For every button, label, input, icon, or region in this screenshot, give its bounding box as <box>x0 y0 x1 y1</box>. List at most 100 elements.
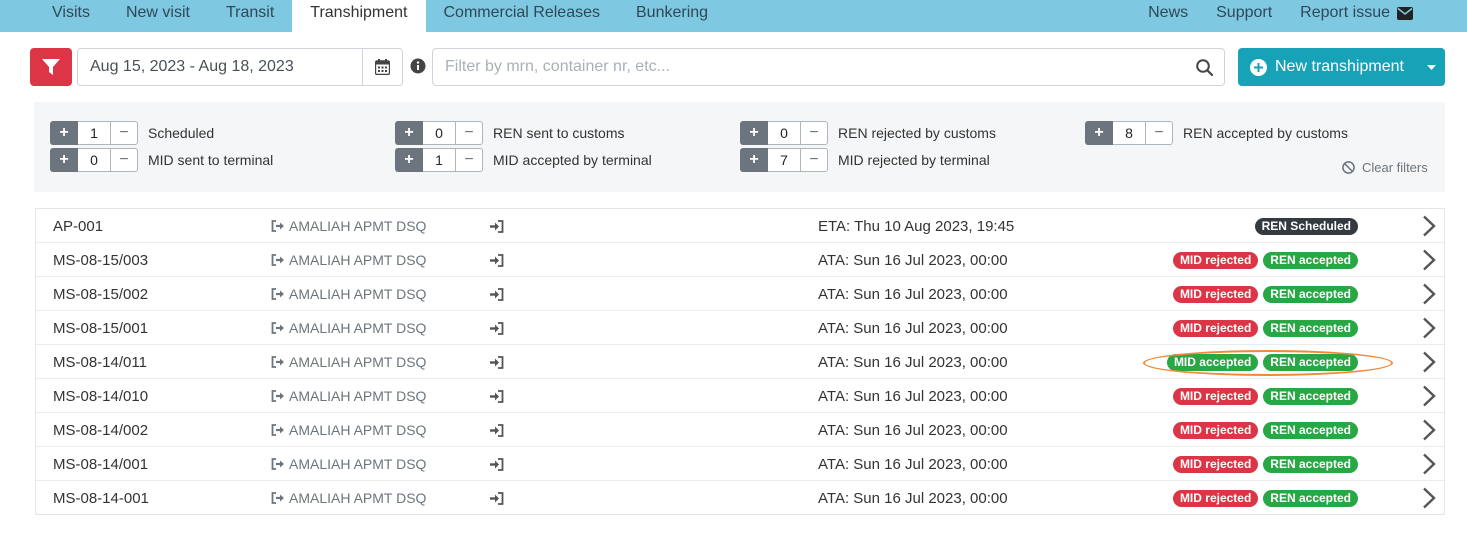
counter-mid-rejected-by-terminal: + 7 − MID rejected by terminal <box>740 148 990 172</box>
counter-value: 8 <box>1113 121 1145 145</box>
increment-button[interactable]: + <box>50 121 78 145</box>
counter-stepper: + 0 − <box>740 121 828 145</box>
status-badges: REN Scheduled <box>1254 209 1358 243</box>
status-badge: REN accepted <box>1263 455 1358 473</box>
search-icon[interactable] <box>1184 58 1224 76</box>
status-badge: MID rejected <box>1172 251 1259 269</box>
status-badge: REN accepted <box>1263 387 1358 405</box>
chevron-right-icon[interactable] <box>1422 209 1436 243</box>
status-badge: REN accepted <box>1263 421 1358 439</box>
status-badges: MID rejected REN accepted <box>1172 413 1358 447</box>
terminal-name: AMALIAH APMT DSQ <box>289 422 427 438</box>
counter-label: REN rejected by customs <box>838 125 996 141</box>
chevron-right-icon[interactable] <box>1422 447 1436 481</box>
status-badges: MID rejected REN accepted <box>1172 243 1358 277</box>
counter-stepper: + 7 − <box>740 148 828 172</box>
clear-filters-button[interactable]: Clear filters <box>1342 160 1428 175</box>
list-item[interactable]: MS-08-15/003 AMALIAH APMT DSQ ATA: Sun 1… <box>36 243 1444 277</box>
decrement-button[interactable]: − <box>1145 121 1173 145</box>
tab-transhipment[interactable]: Transhipment <box>292 0 426 32</box>
decrement-button[interactable]: − <box>455 148 483 172</box>
tab-bunkering[interactable]: Bunkering <box>618 0 726 26</box>
transhipment-id: MS-08-15/001 <box>53 319 149 337</box>
decrement-button[interactable]: − <box>800 121 828 145</box>
terminal-name: AMALIAH APMT DSQ <box>289 490 427 506</box>
sign-out-icon <box>271 390 285 402</box>
new-transhipment-button[interactable]: New transhipment <box>1238 48 1445 86</box>
chevron-right-icon[interactable] <box>1422 413 1436 447</box>
sign-out-icon <box>271 424 285 436</box>
terminal-name: AMALIAH APMT DSQ <box>289 388 427 404</box>
tab-new-visit[interactable]: New visit <box>108 0 208 26</box>
date-range-input[interactable] <box>78 49 362 85</box>
increment-button[interactable]: + <box>395 121 423 145</box>
transhipment-id: MS-08-14-001 <box>53 489 149 507</box>
status-badge: REN accepted <box>1263 353 1358 371</box>
transhipment-id: MS-08-14/002 <box>53 421 149 439</box>
support-link[interactable]: Support <box>1202 0 1286 26</box>
tab-commercial-releases[interactable]: Commercial Releases <box>426 0 619 26</box>
chevron-right-icon[interactable] <box>1422 345 1436 379</box>
increment-button[interactable]: + <box>1085 121 1113 145</box>
status-counters-panel: + 1 − Scheduled + 0 − MID sent to termin… <box>34 102 1445 192</box>
arrival-time: ATA: Sun 16 Jul 2023, 00:00 <box>818 319 1008 337</box>
tab-visits[interactable]: Visits <box>34 0 108 26</box>
sign-out-icon <box>271 322 285 334</box>
chevron-right-icon[interactable] <box>1422 481 1436 515</box>
terminal-name: AMALIAH APMT DSQ <box>289 354 427 370</box>
counter-ren-rejected-by-customs: + 0 − REN rejected by customs <box>740 121 996 145</box>
status-badge: MID rejected <box>1172 489 1259 507</box>
terminal-cell: AMALIAH APMT DSQ <box>271 379 426 413</box>
counter-label: REN sent to customs <box>493 125 625 141</box>
list-item[interactable]: MS-08-14/002 AMALIAH APMT DSQ ATA: Sun 1… <box>36 413 1444 447</box>
chevron-right-icon[interactable] <box>1422 379 1436 413</box>
new-transhipment-dropdown-toggle[interactable] <box>1417 48 1445 86</box>
search-box <box>432 48 1225 86</box>
arrival-time: ATA: Sun 16 Jul 2023, 00:00 <box>818 387 1008 405</box>
list-item[interactable]: MS-08-14-001 AMALIAH APMT DSQ ATA: Sun 1… <box>36 481 1444 515</box>
transhipment-id: MS-08-14/001 <box>53 455 149 473</box>
terminal-name: AMALIAH APMT DSQ <box>289 320 427 336</box>
arrival-time: ETA: Thu 10 Aug 2023, 19:45 <box>818 217 1015 235</box>
search-input[interactable] <box>433 49 1184 85</box>
list-item[interactable]: MS-08-15/002 AMALIAH APMT DSQ ATA: Sun 1… <box>36 277 1444 311</box>
status-badges: MID rejected REN accepted <box>1172 379 1358 413</box>
counter-mid-sent-to-terminal: + 0 − MID sent to terminal <box>50 148 273 172</box>
increment-button[interactable]: + <box>740 121 768 145</box>
calendar-button[interactable] <box>362 49 402 85</box>
terminal-cell: AMALIAH APMT DSQ <box>271 243 426 277</box>
terminal-cell: AMALIAH APMT DSQ <box>271 277 426 311</box>
list-item[interactable]: MS-08-14/001 AMALIAH APMT DSQ ATA: Sun 1… <box>36 447 1444 481</box>
filter-icon <box>42 58 60 76</box>
counter-stepper: + 1 − <box>395 148 483 172</box>
terminal-cell: AMALIAH APMT DSQ <box>271 413 426 447</box>
sign-in-icon <box>489 413 504 447</box>
decrement-button[interactable]: − <box>455 121 483 145</box>
decrement-button[interactable]: − <box>110 121 138 145</box>
terminal-name: AMALIAH APMT DSQ <box>289 286 427 302</box>
new-transhipment-main[interactable]: New transhipment <box>1238 48 1417 86</box>
counter-value: 7 <box>768 148 800 172</box>
list-item[interactable]: MS-08-14/010 AMALIAH APMT DSQ ATA: Sun 1… <box>36 379 1444 413</box>
tab-transit[interactable]: Transit <box>208 0 292 26</box>
increment-button[interactable]: + <box>395 148 423 172</box>
increment-button[interactable]: + <box>50 148 78 172</box>
filter-toggle-button[interactable] <box>30 48 72 86</box>
status-badge: MID rejected <box>1172 421 1259 439</box>
chevron-right-icon[interactable] <box>1422 243 1436 277</box>
counter-label: MID sent to terminal <box>148 152 274 168</box>
info-circle-icon[interactable] <box>410 58 426 79</box>
decrement-button[interactable]: − <box>800 148 828 172</box>
list-item[interactable]: MS-08-14/011 AMALIAH APMT DSQ ATA: Sun 1… <box>36 345 1444 379</box>
list-item[interactable]: MS-08-15/001 AMALIAH APMT DSQ ATA: Sun 1… <box>36 311 1444 345</box>
sign-in-icon <box>489 243 504 277</box>
chevron-right-icon[interactable] <box>1422 277 1436 311</box>
news-link[interactable]: News <box>1134 0 1202 26</box>
list-item[interactable]: AP-001 AMALIAH APMT DSQ ETA: Thu 10 Aug … <box>36 209 1444 243</box>
report-issue-link[interactable]: Report issue <box>1286 0 1427 26</box>
chevron-right-icon[interactable] <box>1422 311 1436 345</box>
sign-in-icon <box>489 481 504 515</box>
arrival-time: ATA: Sun 16 Jul 2023, 00:00 <box>818 455 1008 473</box>
decrement-button[interactable]: − <box>110 148 138 172</box>
increment-button[interactable]: + <box>740 148 768 172</box>
